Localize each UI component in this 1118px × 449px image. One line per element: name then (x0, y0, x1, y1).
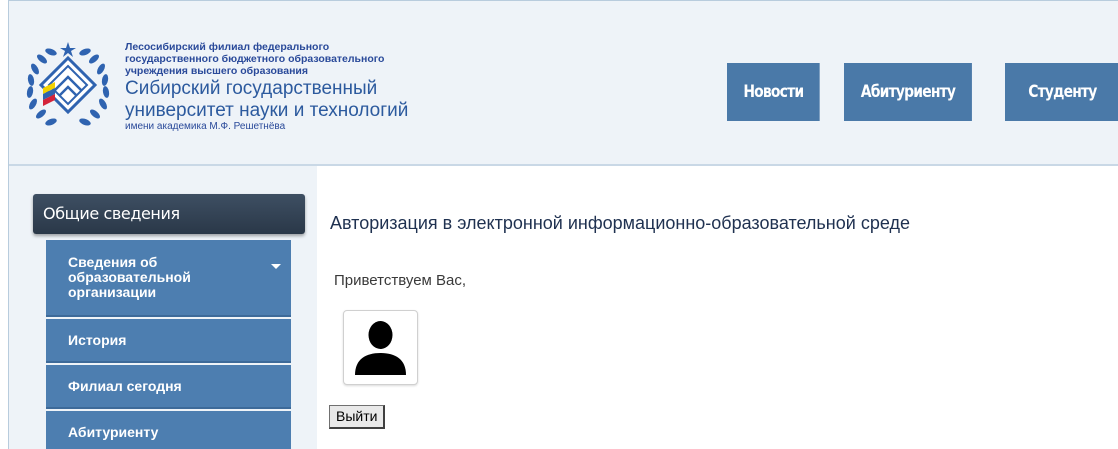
nav-item-students[interactable]: Студенту (1005, 63, 1118, 121)
chevron-down-icon[interactable] (271, 264, 281, 269)
organization-name[interactable]: Лесосибирский филиал федерального госуда… (125, 41, 505, 133)
sidebar-item-label: Сведения об (68, 254, 158, 270)
nav-item-label: Студенту (1028, 82, 1097, 102)
sidebar-item-education-info[interactable]: Сведения об образовательной организации (46, 240, 291, 317)
university-logo-icon[interactable] (21, 38, 115, 132)
nav-item-applicants[interactable]: Абитуриенту (844, 63, 972, 121)
sidebar-item-branch-today[interactable]: Филиал сегодня (46, 365, 291, 409)
sidebar-item-label: организации (68, 284, 157, 300)
org-name-line: Лесосибирский филиал федерального (125, 41, 330, 53)
sidebar-item-applicants[interactable]: Абитуриенту (46, 411, 291, 449)
site-header: Лесосибирский филиал федерального госуда… (9, 1, 1118, 166)
sidebar-item-history[interactable]: История (46, 319, 291, 363)
page-frame: Лесосибирский филиал федерального госуда… (8, 0, 1118, 449)
user-silhouette-icon (355, 321, 406, 375)
page-title: Авторизация в электронной информационно-… (330, 213, 910, 233)
org-name-line: учреждения высшего образования (125, 65, 308, 77)
university-named-after: имени академика М.Ф. Решетнёва (125, 121, 286, 132)
org-name-line: государственного бюджетного образователь… (125, 53, 385, 65)
greeting-text: Приветствуем Вас, (334, 272, 467, 289)
nav-item-news[interactable]: Новости (727, 63, 820, 121)
nav-item-label: Новости (743, 82, 804, 102)
sidebar-item-label: История (68, 332, 127, 348)
logout-button[interactable]: Выйти (329, 405, 386, 429)
university-name-line: университет науки и технологий (125, 100, 409, 121)
sidebar-item-label: Филиал сегодня (68, 378, 182, 394)
sidebar-title: Общие сведения (33, 194, 305, 234)
university-name-line: Сибирский государственный (125, 78, 378, 99)
nav-item-label: Абитуриенту (860, 82, 956, 102)
sidebar-item-label: образовательной (68, 269, 191, 285)
sidebar-item-label: Абитуриенту (68, 424, 159, 440)
avatar (343, 310, 418, 385)
